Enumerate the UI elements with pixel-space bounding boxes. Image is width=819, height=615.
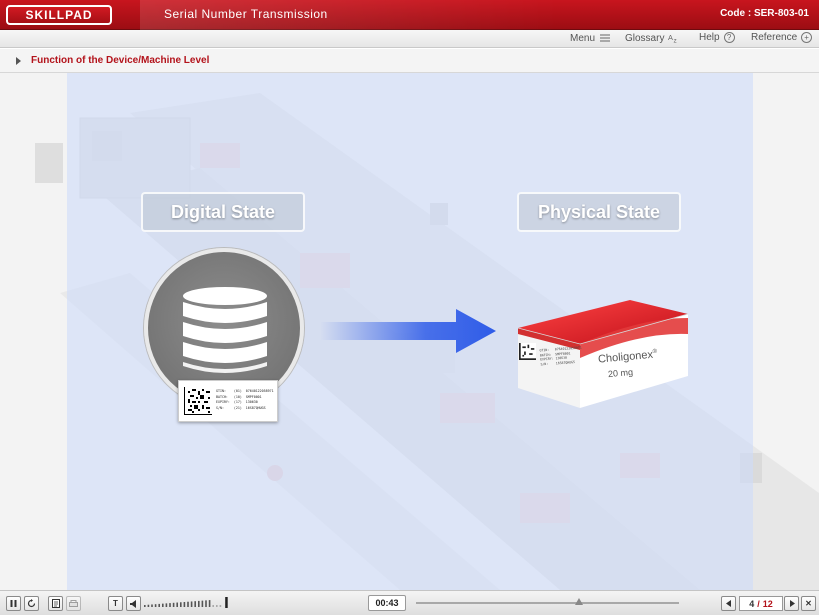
help-label: Help [699,32,720,43]
serial-label-card: GTIN: (01) 07640122058971 BATCH: (10) SM… [178,380,278,422]
volume-knob[interactable] [225,597,228,608]
glossary-button[interactable]: Glossary Az [625,32,680,45]
volume-tick [144,605,146,607]
left-arrow-icon [725,600,731,607]
volume-tick [187,601,189,607]
top-toolbar: Menu Glossary Az Help ? Reference + [0,30,819,48]
volume-tick [201,600,204,607]
box-datamatrix-code [519,343,536,360]
volume-tick [183,602,186,607]
elapsed-time: 00:43 [368,595,406,611]
skillpad-logo: SKILLPAD [6,5,112,25]
volume-tick [154,604,157,607]
volume-tick [158,603,160,607]
volume-tick [172,602,175,607]
transcript-button[interactable]: T [108,596,123,611]
volume-tick [219,605,222,607]
pause-icon [10,600,17,607]
section-title: Function of the Device/Machine Level [31,55,210,66]
speaker-icon [129,599,136,608]
document-icon [51,599,60,608]
close-icon: ✕ [805,599,812,608]
physical-state-label: Physical State [517,192,681,232]
reference-button[interactable]: Reference + [751,32,813,43]
volume-tick [190,601,193,607]
volume-tick [216,605,218,607]
transmission-arrow [320,309,496,353]
course-title: Serial Number Transmission [164,7,328,21]
pause-button[interactable] [6,596,21,611]
volume-tick [162,603,164,607]
svg-text:A: A [668,33,673,42]
player-bar: T 00:43 4 / 12 ✕ [0,590,819,615]
question-icon: ? [723,32,735,43]
print-icon [69,599,78,607]
box-serial-text: GTIN: 07640122058971 BATCH: SMPF0001 EXP… [539,345,582,367]
volume-tick [205,600,207,607]
notes-button[interactable] [48,596,63,611]
current-page: 4 [749,598,755,609]
reference-label: Reference [751,32,798,43]
digital-state-label: Digital State [141,192,305,232]
text-icon: T [113,599,118,608]
seek-track[interactable] [416,602,679,604]
total-pages: 12 [762,598,773,609]
volume-tick [208,600,211,607]
volume-tick [198,600,200,607]
title-bar: SKILLPAD Serial Number Transmission Code… [0,0,819,30]
database-icon [183,287,267,373]
volume-tick [212,605,214,607]
volume-tick [176,602,178,607]
datamatrix-code [184,387,212,415]
volume-slider[interactable] [144,597,234,609]
replay-button[interactable] [24,596,39,611]
right-arrow-icon [789,600,795,607]
menu-button[interactable]: Menu [570,32,611,44]
menu-lines-icon [599,32,611,44]
plus-icon: + [801,32,813,43]
print-button[interactable] [66,596,81,611]
logo-text: SKILLPAD [25,8,93,22]
next-page-button[interactable] [784,596,799,611]
volume-tick [194,601,196,607]
breadcrumb: Function of the Device/Machine Level [0,49,819,73]
course-code: Code : SER-803-01 [720,8,809,19]
content-stage: Digital State Physical State GTIN: (01) … [0,73,819,590]
medicine-box [517,300,689,408]
volume-tick [169,603,171,607]
volume-tick [147,604,150,607]
svg-text:z: z [674,38,677,44]
volume-tick [165,603,168,607]
previous-page-button[interactable] [721,596,736,611]
az-sort-icon: Az [668,32,680,44]
replay-icon [27,599,36,608]
expand-arrow-icon[interactable] [16,57,21,65]
seek-thumb[interactable] [575,598,584,605]
page-indicator: 4 / 12 [739,596,783,611]
mute-button[interactable] [126,596,141,611]
glossary-label: Glossary [625,32,665,44]
menu-label: Menu [570,32,596,44]
page-separator: / [757,598,760,609]
volume-tick [151,604,153,607]
close-button[interactable]: ✕ [801,596,816,611]
registered-mark: ® [652,348,658,356]
volume-tick [180,602,182,607]
serial-label-text: GTIN: (01) 07640122058971 BATCH: (10) SM… [216,389,274,410]
help-button[interactable]: Help ? [699,32,735,43]
